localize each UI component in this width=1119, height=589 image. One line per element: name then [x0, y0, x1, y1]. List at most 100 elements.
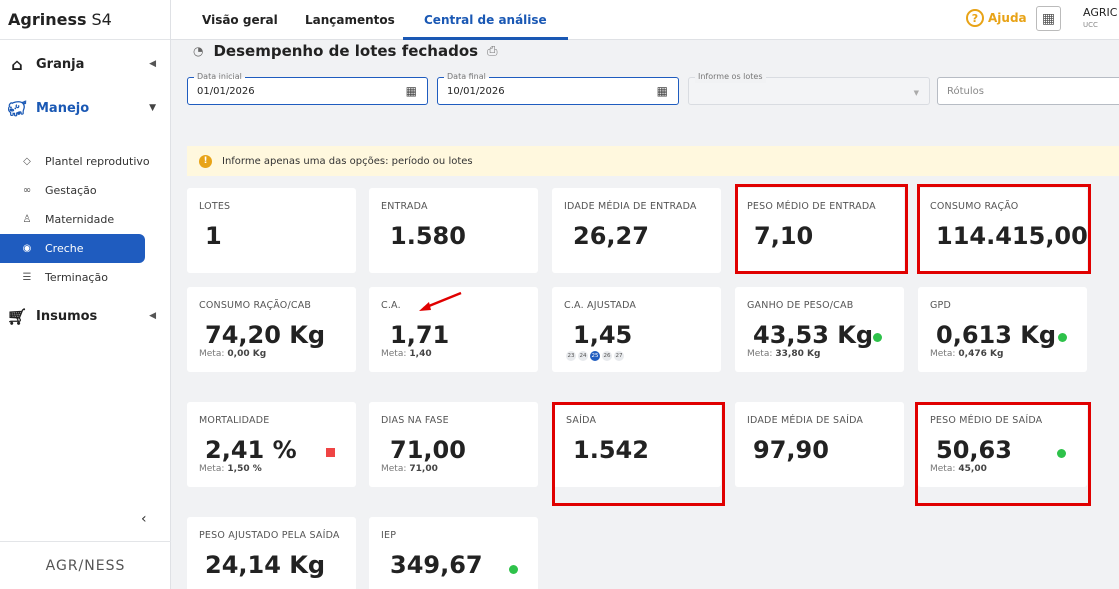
card-meta: Meta: 1,50 %	[199, 464, 262, 474]
collapse-sidebar-button[interactable]: ‹	[141, 511, 147, 527]
sidebar-item-label: Gestação	[45, 184, 97, 197]
pager-dot-active[interactable]: 25	[590, 351, 600, 361]
sidebar-item-plantel[interactable]: ◇ Plantel reprodutivo	[0, 147, 170, 176]
card-value: 2,41 %	[205, 436, 297, 464]
pager-dot[interactable]: 23	[566, 351, 576, 361]
card-label: GANHO DE PESO/CAB	[747, 300, 854, 311]
card-value: 1.580	[390, 222, 466, 250]
start-date-label: Data inicial	[194, 71, 245, 83]
help-button[interactable]: ? Ajuda	[966, 9, 1027, 27]
card-value: 1.542	[573, 436, 649, 464]
status-ok-icon	[509, 565, 518, 574]
question-icon: ?	[966, 9, 984, 27]
sidebar-item-label: Creche	[45, 242, 84, 255]
home-icon: ⌂	[11, 54, 23, 74]
sidebar-item-creche[interactable]: ◉ Creche	[0, 234, 145, 263]
start-date-field[interactable]: Data inicial 01/01/2026 ▦	[187, 71, 428, 105]
card-label: SAÍDA	[566, 415, 597, 426]
end-date-value: 10/01/2026	[447, 86, 505, 97]
sidebar-item-label: Terminação	[45, 271, 108, 284]
card-label: PESO MÉDIO DE ENTRADA	[747, 201, 876, 212]
calendar-icon[interactable]: ▦	[406, 84, 417, 98]
pig-icon: 🐖︎	[6, 98, 28, 118]
red-arrow-annotation	[419, 291, 462, 311]
lots-select[interactable]: Informe os lotes ▼	[688, 71, 930, 105]
card-mortalidade: MORTALIDADE 2,41 % Meta: 1,50 %	[187, 402, 356, 487]
user-name: AGRIC	[1083, 6, 1118, 19]
card-label: PESO MÉDIO DE SAÍDA	[930, 415, 1043, 426]
caret-down-icon: ▼	[149, 103, 156, 113]
sidebar-item-gestacao[interactable]: ∞ Gestação	[0, 176, 170, 205]
info-notice: ! Informe apenas uma das opções: período…	[187, 146, 1119, 176]
sidebar-item-terminacao[interactable]: ☰ Terminação	[0, 263, 170, 292]
tags-placeholder: Rótulos	[947, 86, 984, 97]
gestation-icon: ∞	[22, 185, 32, 196]
sidebar-group-manejo[interactable]: 🐖︎ Manejo ▼	[0, 86, 170, 130]
lots-label: Informe os lotes	[695, 71, 766, 83]
pager-dot[interactable]: 27	[614, 351, 624, 361]
calendar-icon[interactable]: ▦	[657, 84, 668, 98]
status-ok-icon	[1058, 333, 1067, 342]
calendar-icon: ▦	[1041, 10, 1056, 27]
sidebar-item-label: Maternidade	[45, 213, 115, 226]
bottle-icon: ♙	[22, 214, 32, 225]
status-alert-icon	[326, 448, 335, 457]
topbar: Visão geral Lançamentos Central de análi…	[171, 0, 1119, 40]
pig-icon: ◇	[23, 156, 31, 167]
help-label: Ajuda	[988, 11, 1027, 25]
sidebar-item-label: Plantel reprodutivo	[45, 155, 150, 168]
card-label: PESO AJUSTADO PELA SAÍDA	[199, 530, 340, 541]
card-value: 74,20 Kg	[205, 321, 326, 349]
page-title-text: Desempenho de lotes fechados	[213, 42, 479, 60]
card-value: 114.415,00	[936, 222, 1088, 250]
end-date-field[interactable]: Data final 10/01/2026 ▦	[437, 71, 679, 105]
card-ganho-peso-cab: GANHO DE PESO/CAB 43,53 Kg Meta: 33,80 Kg	[735, 287, 904, 372]
card-value: 1,45	[573, 321, 633, 349]
caret-left-icon: ◀	[149, 59, 156, 69]
card-dias-na-fase: DIAS NA FASE 71,00 Meta: 71,00	[369, 402, 538, 487]
card-consumo-racao-cab: CONSUMO RAÇÃO/CAB 74,20 Kg Meta: 0,00 Kg	[187, 287, 356, 372]
brand-name: Agriness	[8, 10, 87, 29]
tab-lancamentos[interactable]: Lançamentos	[305, 0, 395, 40]
card-ca: C.A. 1,71 Meta: 1,40	[369, 287, 538, 372]
end-date-label: Data final	[444, 71, 489, 83]
user-menu[interactable]: AGRIC UCC	[1083, 7, 1117, 31]
card-iep: IEP 349,67	[369, 517, 538, 589]
sidebar-item-maternidade[interactable]: ♙ Maternidade	[0, 205, 170, 234]
agriness-logo: AGR/NESS	[0, 541, 171, 589]
caret-left-icon: ◀	[149, 311, 156, 321]
card-idade-media-saida: IDADE MÉDIA DE SAÍDA 97,90	[735, 402, 904, 487]
sidebar-group-insumos[interactable]: 🛒︎ Insumos ◀	[0, 294, 170, 338]
card-label: GPD	[930, 300, 952, 311]
card-value: 26,27	[573, 222, 649, 250]
chevron-down-icon: ▼	[913, 89, 919, 97]
card-ca-ajustada: C.A. AJUSTADA 1,45 23 24 25 26 27	[552, 287, 721, 372]
card-label: CONSUMO RAÇÃO	[930, 201, 1019, 212]
notice-text: Informe apenas uma das opções: período o…	[222, 155, 473, 167]
calendar-button[interactable]: ▦	[1036, 6, 1061, 31]
sidebar: Agriness S4 ⌂ Granja ◀ 🐖︎ Manejo ▼ ◇ Pla…	[0, 0, 171, 589]
sidebar-group-granja[interactable]: ⌂ Granja ◀	[0, 42, 170, 86]
print-icon[interactable]: ⎙	[487, 44, 497, 59]
card-gpd: GPD 0,613 Kg Meta: 0,476 Kg	[918, 287, 1087, 372]
pager-dot[interactable]: 26	[602, 351, 612, 361]
pager-dot[interactable]: 24	[578, 351, 588, 361]
tab-visao-geral[interactable]: Visão geral	[202, 0, 278, 40]
tags-input[interactable]: Rótulos	[937, 77, 1119, 105]
card-value: 50,63	[936, 436, 1012, 464]
card-label: IDADE MÉDIA DE SAÍDA	[747, 415, 864, 426]
card-meta: Meta: 45,00	[930, 464, 987, 474]
card-meta: Meta: 33,80 Kg	[747, 349, 821, 359]
user-sub: UCC	[1083, 21, 1098, 29]
card-value: 43,53 Kg	[753, 321, 874, 349]
page-title: ◔ Desempenho de lotes fechados ⎙	[193, 40, 497, 62]
sidebar-group-label: Granja	[36, 56, 85, 72]
card-meta: Meta: 1,40	[381, 349, 432, 359]
app-brand[interactable]: Agriness S4	[0, 0, 170, 40]
card-pager: 23 24 25 26 27	[566, 351, 626, 361]
card-peso-medio-saida: PESO MÉDIO DE SAÍDA 50,63 Meta: 45,00	[918, 402, 1087, 487]
card-value: 349,67	[390, 551, 483, 579]
info-icon: !	[199, 154, 212, 168]
card-label: C.A.	[381, 300, 401, 311]
tab-central-de-analise[interactable]: Central de análise	[403, 0, 568, 40]
